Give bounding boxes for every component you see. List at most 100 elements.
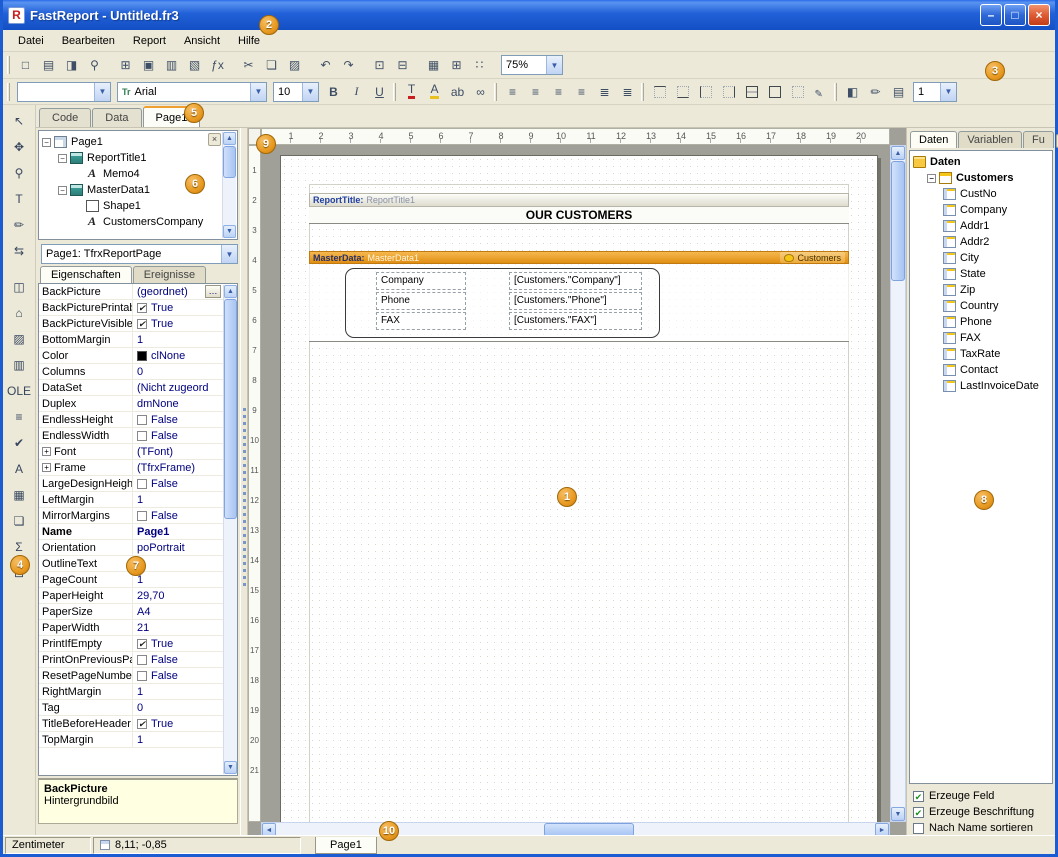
data-panel-tab[interactable]: Fu	[1023, 131, 1054, 148]
option-checkbox[interactable]: Nach Name sortieren	[909, 820, 1053, 836]
toolbar-icon[interactable]: ▧	[183, 54, 206, 76]
tool-icon[interactable]: ⚲	[7, 161, 31, 184]
expand-icon[interactable]	[42, 463, 51, 472]
tool-icon[interactable]: OLE	[7, 379, 31, 402]
scroll-up-icon[interactable]: ▲	[891, 146, 905, 160]
field-item[interactable]: Addr1	[910, 218, 1052, 234]
expand-icon[interactable]	[42, 447, 51, 456]
data-panel-tab[interactable]: Daten	[910, 131, 957, 148]
tool-icon[interactable]: ≡	[7, 405, 31, 428]
scrollbar-thumb[interactable]	[223, 146, 236, 178]
tree-item[interactable]: Customers	[910, 170, 1052, 186]
property-row[interactable]: BackPicture (geordnet)…	[39, 284, 223, 300]
frame-icon[interactable]	[694, 81, 717, 103]
toolbar-icon[interactable]: ⊡	[368, 54, 391, 76]
inspector-scrollbar[interactable]: ▲ ▼	[223, 285, 237, 774]
tree-item[interactable]: Memo4	[39, 166, 237, 182]
field-item[interactable]: Phone	[910, 314, 1052, 330]
checkbox-icon[interactable]	[913, 791, 924, 802]
toolbar-grip[interactable]	[494, 83, 497, 101]
toolbar-icon[interactable]: ▣	[137, 54, 160, 76]
property-row[interactable]: EndlessWidth False	[39, 428, 223, 444]
property-row[interactable]: Color clNone	[39, 348, 223, 364]
paint-icon[interactable]: ◧	[841, 81, 864, 103]
toolbar-icon[interactable]: ▤	[37, 54, 60, 76]
property-row[interactable]: Columns 0	[39, 364, 223, 380]
scroll-up-icon[interactable]: ▲	[224, 285, 237, 298]
property-row[interactable]: LargeDesignHeight False	[39, 476, 223, 492]
color-icon[interactable]: A	[423, 81, 446, 103]
property-row[interactable]: PaperSize A4	[39, 604, 223, 620]
toolbar-grip[interactable]	[393, 83, 396, 101]
format-icon[interactable]: I	[345, 81, 368, 103]
option-checkbox[interactable]: Erzeuge Beschriftung	[909, 804, 1053, 820]
property-row[interactable]: PaperHeight 29,70	[39, 588, 223, 604]
property-row[interactable]: MirrorMargins False	[39, 508, 223, 524]
frame-icon[interactable]	[809, 81, 832, 103]
data-panel-tab[interactable]: Variablen	[958, 131, 1022, 148]
label-memo[interactable]: Phone	[376, 292, 466, 310]
scroll-down-icon[interactable]: ▼	[891, 807, 905, 821]
property-row[interactable]: Tag 0	[39, 700, 223, 716]
menu-item[interactable]: Datei	[9, 32, 53, 50]
frame-icon[interactable]	[648, 81, 671, 103]
align-icon[interactable]: ≡	[501, 81, 524, 103]
toolbar-icon[interactable]: ▥	[160, 54, 183, 76]
menu-item[interactable]: Bearbeiten	[53, 32, 124, 50]
property-row[interactable]: RightMargin 1	[39, 684, 223, 700]
close-icon[interactable]: ×	[208, 133, 221, 146]
property-row[interactable]: Frame (TfrxFrame)	[39, 460, 223, 476]
scroll-up-icon[interactable]: ▲	[223, 132, 236, 145]
label-memo[interactable]: Company	[376, 272, 466, 290]
tool-icon[interactable]: ▦	[7, 483, 31, 506]
property-row[interactable]: PrintIfEmpty True	[39, 636, 223, 652]
master-data-band-header[interactable]: MasterData: MasterData1 Customers	[309, 251, 849, 264]
toolbar-icon[interactable]: ⚲	[83, 54, 106, 76]
tree-scrollbar[interactable]: ▲ ▼	[222, 132, 236, 238]
style-select[interactable]: ▼	[17, 82, 111, 102]
scrollbar-thumb[interactable]	[891, 161, 905, 281]
toolbar-icon[interactable]: ⊞	[445, 54, 468, 76]
tool-icon[interactable]: ⇆	[7, 239, 31, 262]
format-icon[interactable]: U	[368, 81, 391, 103]
property-row[interactable]: BackPictureVisible True	[39, 316, 223, 332]
page-tab[interactable]: Page1	[315, 837, 377, 854]
tree-item[interactable]: Shape1	[39, 198, 237, 214]
expander-icon[interactable]	[58, 154, 67, 163]
toolbar-icon[interactable]: ✂	[237, 54, 260, 76]
frame-icon[interactable]	[763, 81, 786, 103]
tool-icon[interactable]: ⌂	[7, 301, 31, 324]
field-item[interactable]: Company	[910, 202, 1052, 218]
property-row[interactable]: Orientation poPortrait	[39, 540, 223, 556]
tool-icon[interactable]: ❏	[7, 509, 31, 532]
field-memo[interactable]: [Customers."FAX"]	[509, 312, 642, 330]
toolbar-icon[interactable]: ↷	[337, 54, 360, 76]
paint-icon[interactable]: ✏	[864, 81, 887, 103]
inspector-tab[interactable]: Eigenschaften	[40, 266, 132, 283]
report-title-band-header[interactable]: ReportTitle: ReportTitle1	[309, 193, 849, 207]
menu-item[interactable]: Hilfe	[229, 32, 269, 50]
tool-icon[interactable]: ▥	[7, 353, 31, 376]
toolbar-icon[interactable]: ⊟	[391, 54, 414, 76]
zoom-select[interactable]: 75%▼	[501, 55, 563, 75]
toolbar-grip[interactable]	[7, 56, 10, 74]
property-row[interactable]: TopMargin 1	[39, 732, 223, 748]
design-canvas[interactable]: ReportTitle: ReportTitle1 OUR CUSTOMERS …	[261, 145, 890, 822]
designer-tab[interactable]: Code	[39, 108, 91, 127]
spacing-icon[interactable]: ≣	[616, 81, 639, 103]
tool-icon[interactable]: ▨	[7, 327, 31, 350]
expander-icon[interactable]	[58, 186, 67, 195]
tree-item[interactable]: CustomersCompany	[39, 214, 237, 230]
toolbar-icon[interactable]: ◨	[60, 54, 83, 76]
title-memo[interactable]: OUR CUSTOMERS	[526, 208, 632, 222]
toolbar-icon[interactable]: ▦	[422, 54, 445, 76]
tool-icon[interactable]: A	[7, 457, 31, 480]
toolbar-icon[interactable]: ∷	[468, 54, 491, 76]
tool-icon[interactable]: ✏	[7, 213, 31, 236]
master-data-band[interactable]: Company [Customers."Company"] Phone [Cus…	[309, 264, 849, 342]
window-button[interactable]: □	[1004, 4, 1026, 26]
field-item[interactable]: FAX	[910, 330, 1052, 346]
toolbar-grip[interactable]	[7, 83, 10, 101]
scroll-down-icon[interactable]: ▼	[224, 761, 237, 774]
inspector-tab[interactable]: Ereignisse	[133, 266, 206, 283]
